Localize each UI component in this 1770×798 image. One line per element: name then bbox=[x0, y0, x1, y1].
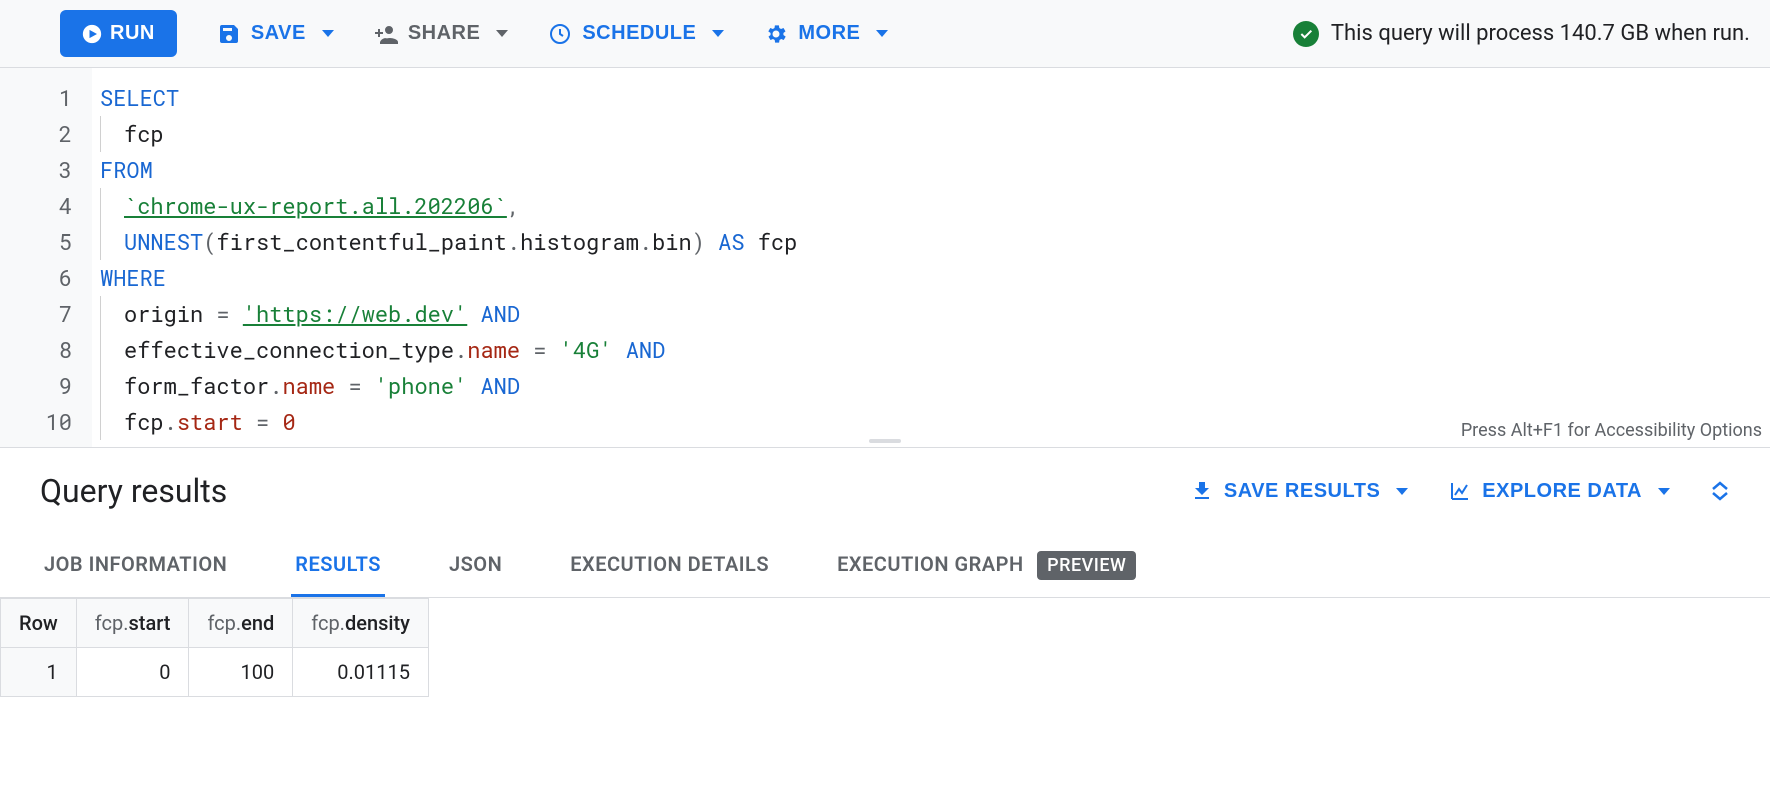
sql-editor[interactable]: 12345678910 SELECTfcpFROM`chrome-ux-repo… bbox=[0, 68, 1770, 448]
tab-execution-graph[interactable]: EXECUTION GRAPH PREVIEW bbox=[833, 534, 1140, 597]
status-text: This query will process 140.7 GB when ru… bbox=[1331, 21, 1750, 46]
save-results-button[interactable]: SAVE RESULTS bbox=[1190, 479, 1408, 503]
query-status: This query will process 140.7 GB when ru… bbox=[1293, 21, 1750, 47]
caret-down-icon bbox=[712, 30, 724, 37]
line-gutter: 12345678910 bbox=[0, 68, 90, 447]
code-area[interactable]: SELECTfcpFROM`chrome-ux-report.all.20220… bbox=[92, 68, 1770, 447]
chevron-up-icon bbox=[1710, 481, 1730, 491]
results-title: Query results bbox=[40, 472, 227, 510]
clock-icon bbox=[548, 22, 572, 46]
line-number: 1 bbox=[0, 80, 90, 116]
caret-down-icon bbox=[876, 30, 888, 37]
code-line: origin = 'https://web.dev' AND bbox=[100, 296, 1770, 332]
line-number: 3 bbox=[0, 152, 90, 188]
schedule-label: SCHEDULE bbox=[582, 22, 696, 45]
code-line: FROM bbox=[100, 152, 1770, 188]
chart-icon bbox=[1448, 479, 1472, 503]
column-header: fcp.start bbox=[76, 599, 189, 648]
code-line: WHERE bbox=[100, 260, 1770, 296]
table-cell: 1 bbox=[1, 648, 77, 697]
caret-down-icon bbox=[322, 30, 334, 37]
gear-icon bbox=[764, 22, 788, 46]
results-tabs: JOB INFORMATION RESULTS JSON EXECUTION D… bbox=[0, 534, 1770, 598]
table-cell: 0 bbox=[76, 648, 189, 697]
drag-handle[interactable] bbox=[869, 439, 901, 443]
line-number: 9 bbox=[0, 368, 90, 404]
code-line: fcp bbox=[100, 116, 1770, 152]
explore-data-label: EXPLORE DATA bbox=[1482, 480, 1642, 503]
code-line: effective_connection_type.name = '4G' AN… bbox=[100, 332, 1770, 368]
line-number: 10 bbox=[0, 404, 90, 440]
line-number: 8 bbox=[0, 332, 90, 368]
chevron-down-icon bbox=[1710, 491, 1730, 501]
caret-down-icon bbox=[1658, 488, 1670, 495]
download-icon bbox=[1190, 479, 1214, 503]
line-number: 4 bbox=[0, 188, 90, 224]
line-number: 5 bbox=[0, 224, 90, 260]
a11y-hint: Press Alt+F1 for Accessibility Options bbox=[1461, 420, 1762, 441]
share-icon bbox=[374, 22, 398, 46]
run-label: RUN bbox=[110, 22, 155, 45]
preview-badge: PREVIEW bbox=[1037, 551, 1136, 580]
code-line: `chrome-ux-report.all.202206`, bbox=[100, 188, 1770, 224]
schedule-button[interactable]: SCHEDULE bbox=[548, 22, 724, 46]
share-label: SHARE bbox=[408, 22, 481, 45]
code-line: UNNEST(first_contentful_paint.histogram.… bbox=[100, 224, 1770, 260]
run-button[interactable]: RUN bbox=[60, 10, 177, 57]
code-line: form_factor.name = 'phone' AND bbox=[100, 368, 1770, 404]
tab-results[interactable]: RESULTS bbox=[291, 534, 385, 597]
column-header: fcp.end bbox=[189, 599, 293, 648]
table-row[interactable]: 101000.01115 bbox=[1, 648, 429, 697]
more-button[interactable]: MORE bbox=[764, 22, 888, 46]
table-cell: 0.01115 bbox=[293, 648, 429, 697]
line-number: 2 bbox=[0, 116, 90, 152]
caret-down-icon bbox=[496, 30, 508, 37]
save-results-label: SAVE RESULTS bbox=[1224, 480, 1380, 503]
results-table: Rowfcp.startfcp.endfcp.density101000.011… bbox=[0, 598, 429, 697]
column-header: Row bbox=[1, 599, 77, 648]
tab-job-information[interactable]: JOB INFORMATION bbox=[40, 534, 231, 597]
column-header: fcp.density bbox=[293, 599, 429, 648]
table-cell: 100 bbox=[189, 648, 293, 697]
share-button[interactable]: SHARE bbox=[374, 22, 509, 46]
results-header: Query results SAVE RESULTS EXPLORE DATA bbox=[0, 448, 1770, 534]
check-circle-icon bbox=[1293, 21, 1319, 47]
tab-execution-graph-label: EXECUTION GRAPH bbox=[837, 552, 1024, 576]
toolbar: RUN SAVE SHARE SCHEDULE MORE This query … bbox=[0, 0, 1770, 68]
line-number: 6 bbox=[0, 260, 90, 296]
save-label: SAVE bbox=[251, 22, 306, 45]
explore-data-button[interactable]: EXPLORE DATA bbox=[1448, 479, 1670, 503]
more-label: MORE bbox=[798, 22, 860, 45]
tab-json[interactable]: JSON bbox=[445, 534, 506, 597]
save-icon bbox=[217, 22, 241, 46]
caret-down-icon bbox=[1396, 488, 1408, 495]
expand-collapse-toggle[interactable] bbox=[1710, 481, 1730, 501]
code-line: SELECT bbox=[100, 80, 1770, 116]
line-number: 7 bbox=[0, 296, 90, 332]
save-button[interactable]: SAVE bbox=[217, 22, 334, 46]
play-icon bbox=[82, 24, 102, 44]
tab-execution-details[interactable]: EXECUTION DETAILS bbox=[566, 534, 773, 597]
